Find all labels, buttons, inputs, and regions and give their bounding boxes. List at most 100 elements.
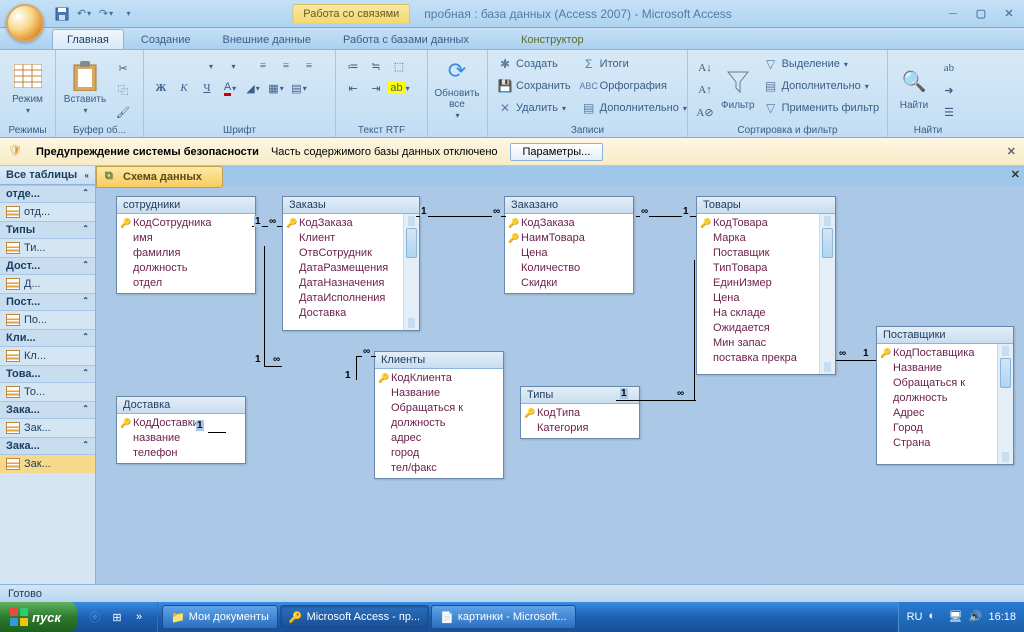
field-row[interactable]: 🔑КодТовара: [697, 216, 819, 231]
scrollbar[interactable]: [819, 214, 835, 374]
format-painter-button[interactable]: 🖌: [112, 102, 134, 122]
table-title[interactable]: Клиенты: [375, 352, 503, 369]
nav-header[interactable]: Все таблицы«: [0, 166, 95, 185]
advanced-filter-button[interactable]: ▤Дополнительно▾: [760, 76, 883, 96]
field-row[interactable]: Ожидается: [697, 321, 819, 336]
field-row[interactable]: ДатаИсполнения: [283, 291, 403, 306]
field-row[interactable]: адрес: [375, 431, 503, 446]
table-sotrudniki[interactable]: сотрудники 🔑КодСотрудникаимяфамилиядолжн…: [116, 196, 256, 294]
alt-fill-button[interactable]: ▤▾: [288, 78, 310, 98]
field-row[interactable]: ТипТовара: [697, 261, 819, 276]
nav-table-item[interactable]: отд...: [0, 203, 95, 221]
gridlines-button[interactable]: ▦▾: [265, 78, 287, 98]
clock[interactable]: 16:18: [988, 611, 1016, 623]
table-zakazano[interactable]: Заказано 🔑КодЗаказа🔑НаимТовараЦенаКоличе…: [504, 196, 634, 294]
table-title[interactable]: Поставщики: [877, 327, 1013, 344]
tab-create[interactable]: Создание: [126, 29, 206, 49]
restore-button[interactable]: ▢: [972, 7, 990, 21]
nav-group-header[interactable]: Дост...⌃: [0, 257, 95, 275]
font-size-combo[interactable]: ▾: [215, 56, 251, 76]
nav-table-item[interactable]: То...: [0, 383, 95, 401]
nav-table-item[interactable]: Кл...: [0, 347, 95, 365]
rtf-misc1-button[interactable]: ⬚: [388, 56, 410, 76]
language-indicator[interactable]: RU: [907, 611, 923, 623]
field-row[interactable]: Клиент: [283, 231, 403, 246]
field-row[interactable]: 🔑КодЗаказа: [505, 216, 633, 231]
decrease-indent-button[interactable]: ⇤: [342, 78, 364, 98]
office-button[interactable]: [6, 4, 44, 42]
find-button[interactable]: 🔍 Найти: [894, 54, 934, 122]
tab-dbtools[interactable]: Работа с базами данных: [328, 29, 484, 49]
relationship-canvas[interactable]: 1 ∞ 1 ∞ ∞ 1 ∞ 1 1 ∞ 1 ∞ 1 ∞ 1: [96, 186, 1024, 584]
field-row[interactable]: На складе: [697, 306, 819, 321]
fill-color-button[interactable]: ◢▾: [242, 78, 264, 98]
nav-group-header[interactable]: Зака...⌃: [0, 437, 95, 455]
sort-desc-button[interactable]: A↑: [694, 80, 716, 100]
taskbar-item-documents[interactable]: 📁Мои документы: [162, 605, 278, 629]
align-center-button[interactable]: ≡: [275, 56, 297, 76]
close-button[interactable]: ✕: [1000, 7, 1018, 21]
field-row[interactable]: фамилия: [117, 246, 255, 261]
field-row[interactable]: Название: [375, 386, 503, 401]
table-tovary[interactable]: Товары 🔑КодТовараМаркаПоставщикТипТовара…: [696, 196, 836, 375]
nav-group-header[interactable]: Типы⌃: [0, 221, 95, 239]
filter-button[interactable]: Фильтр: [720, 54, 756, 122]
field-row[interactable]: ОтвСотрудник: [283, 246, 403, 261]
ql-desktop-icon[interactable]: ⊞: [107, 607, 127, 627]
field-row[interactable]: имя: [117, 231, 255, 246]
copy-button[interactable]: ⿻: [112, 80, 134, 100]
field-row[interactable]: Категория: [521, 421, 639, 436]
field-row[interactable]: Обращаться к: [877, 376, 997, 391]
field-row[interactable]: Обращаться к: [375, 401, 503, 416]
nav-group-header[interactable]: отде...⌃: [0, 185, 95, 203]
scrollbar[interactable]: [997, 344, 1013, 464]
align-right-button[interactable]: ≡: [298, 56, 320, 76]
nav-table-item[interactable]: По...: [0, 311, 95, 329]
field-row[interactable]: Доставка: [283, 306, 403, 321]
ql-ie-icon[interactable]: ⓔ: [85, 607, 105, 627]
replace-button[interactable]: ab: [938, 58, 960, 78]
nav-table-item[interactable]: Зак...: [0, 455, 95, 473]
taskbar-item-pictures[interactable]: 📄картинки - Microsoft...: [431, 605, 576, 629]
field-row[interactable]: Скидки: [505, 276, 633, 291]
font-name-combo[interactable]: ▾: [150, 56, 214, 76]
field-row[interactable]: отдел: [117, 276, 255, 291]
totals-button[interactable]: ΣИтоги: [578, 54, 690, 74]
security-close-button[interactable]: ✕: [1007, 145, 1016, 158]
field-row[interactable]: Количество: [505, 261, 633, 276]
field-row[interactable]: поставка прекра: [697, 351, 819, 366]
view-button[interactable]: Режим▾: [6, 54, 49, 122]
field-row[interactable]: Цена: [505, 246, 633, 261]
field-row[interactable]: Цена: [697, 291, 819, 306]
table-title[interactable]: сотрудники: [117, 197, 255, 214]
field-row[interactable]: 🔑КодТипа: [521, 406, 639, 421]
field-row[interactable]: ЕдинИзмер: [697, 276, 819, 291]
more-records-button[interactable]: ▤Дополнительно▾: [578, 98, 690, 118]
new-record-button[interactable]: ✱Создать: [494, 54, 574, 74]
clear-sort-button[interactable]: A⊘: [694, 102, 716, 122]
field-row[interactable]: 🔑КодПоставщика: [877, 346, 997, 361]
document-tab[interactable]: ⧉ Схема данных: [96, 166, 223, 188]
tab-external[interactable]: Внешние данные: [208, 29, 326, 49]
security-options-button[interactable]: Параметры...: [510, 143, 604, 161]
start-button[interactable]: пуск: [0, 602, 77, 632]
field-row[interactable]: 🔑НаимТовара: [505, 231, 633, 246]
field-row[interactable]: Мин запас: [697, 336, 819, 351]
field-row[interactable]: должность: [117, 261, 255, 276]
sort-asc-button[interactable]: A↓: [694, 58, 716, 78]
minimize-button[interactable]: ─: [944, 7, 962, 21]
bold-button[interactable]: Ж: [150, 78, 172, 98]
field-row[interactable]: телефон: [117, 446, 245, 461]
table-title[interactable]: Доставка: [117, 397, 245, 414]
field-row[interactable]: тел/факс: [375, 461, 503, 476]
qat-save-icon[interactable]: [54, 6, 70, 22]
taskbar-item-access[interactable]: 🔑Microsoft Access - пр...: [280, 605, 429, 629]
tray-icon-2[interactable]: 🖥: [948, 610, 962, 624]
scrollbar[interactable]: [403, 214, 419, 330]
field-row[interactable]: 🔑КодКлиента: [375, 371, 503, 386]
italic-button[interactable]: К: [173, 78, 195, 98]
increase-indent-button[interactable]: ⇥: [365, 78, 387, 98]
field-row[interactable]: должность: [877, 391, 997, 406]
tray-icon-1[interactable]: ◐: [928, 610, 942, 624]
field-row[interactable]: название: [117, 431, 245, 446]
